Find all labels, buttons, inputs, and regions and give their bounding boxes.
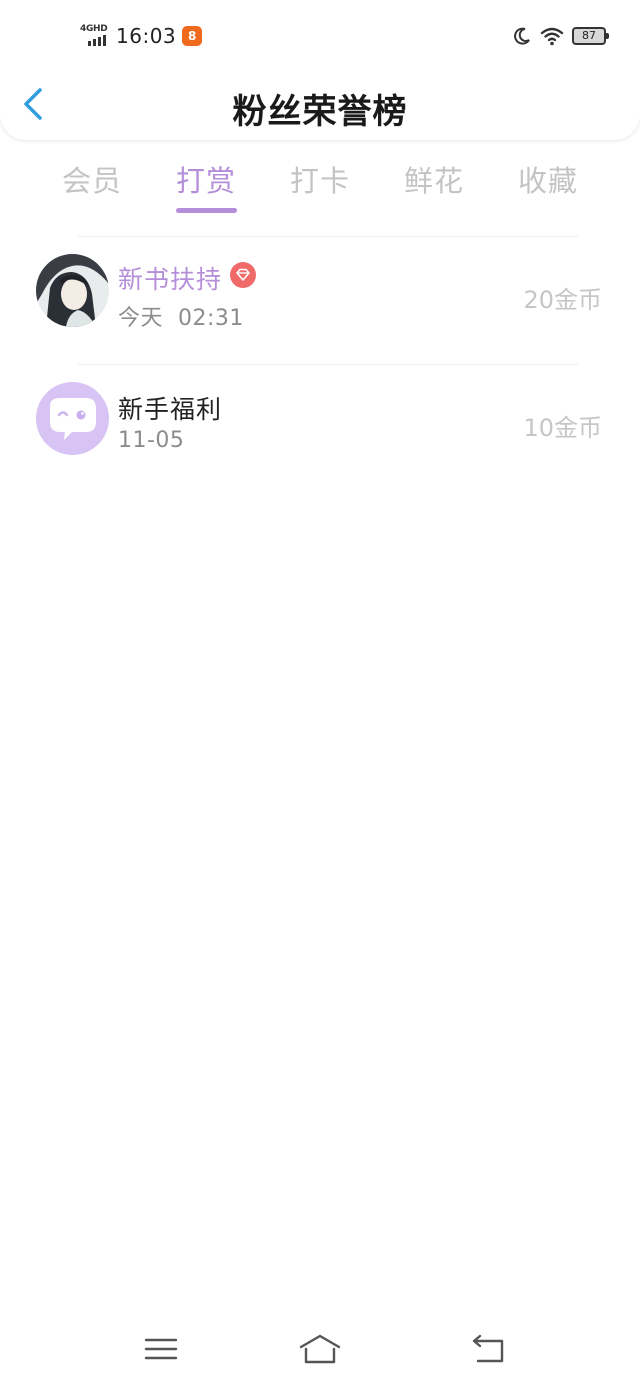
- network-type: 4GHD: [80, 24, 108, 34]
- item-amount: 10金币: [523, 414, 602, 442]
- item-amount: 20金币: [523, 286, 602, 314]
- tab-bar: 会员 打赏 打卡 鲜花 收藏: [0, 158, 640, 218]
- menu-icon[interactable]: [144, 1332, 178, 1366]
- tab-checkin[interactable]: 打卡: [270, 158, 370, 200]
- tab-favorites[interactable]: 收藏: [498, 158, 598, 200]
- diamond-icon: [230, 262, 256, 288]
- status-left: 4GHD 16:03 8: [80, 22, 203, 50]
- item-time: 11-05: [118, 428, 185, 453]
- chat-bubble-icon: [50, 398, 96, 440]
- status-time: 16:03: [116, 24, 177, 48]
- item-name: 新手福利: [118, 395, 223, 424]
- avatar-illustration: [36, 254, 109, 327]
- list-item[interactable]: 新书扶持 今天 02:31 20金币: [0, 250, 640, 350]
- divider: [78, 236, 578, 237]
- avatar: [36, 254, 109, 327]
- wifi-icon: [540, 27, 564, 46]
- tab-flowers[interactable]: 鲜花: [384, 158, 484, 200]
- page-title: 粉丝荣誉榜: [232, 92, 408, 132]
- signal-icon: 4GHD: [80, 24, 110, 48]
- moon-icon: [514, 27, 530, 45]
- battery-icon: 87: [572, 27, 609, 45]
- list-item[interactable]: 新手福利 11-05 10金币: [0, 380, 640, 480]
- tab-member[interactable]: 会员: [42, 158, 142, 200]
- app-notification-icon: 8: [182, 26, 203, 46]
- item-name: 新书扶持: [118, 265, 223, 294]
- back-icon[interactable]: [470, 1332, 506, 1366]
- header-bar: 4GHD 16:03 8 87 粉丝荣誉榜: [0, 0, 640, 140]
- home-icon[interactable]: [298, 1332, 342, 1366]
- divider: [78, 364, 578, 365]
- active-tab-indicator: [176, 208, 237, 213]
- status-right: 87: [512, 24, 609, 48]
- avatar: [36, 382, 109, 455]
- item-time: 今天 02:31: [118, 306, 244, 331]
- tab-reward[interactable]: 打赏: [156, 158, 256, 200]
- system-nav-bar: [0, 1320, 640, 1380]
